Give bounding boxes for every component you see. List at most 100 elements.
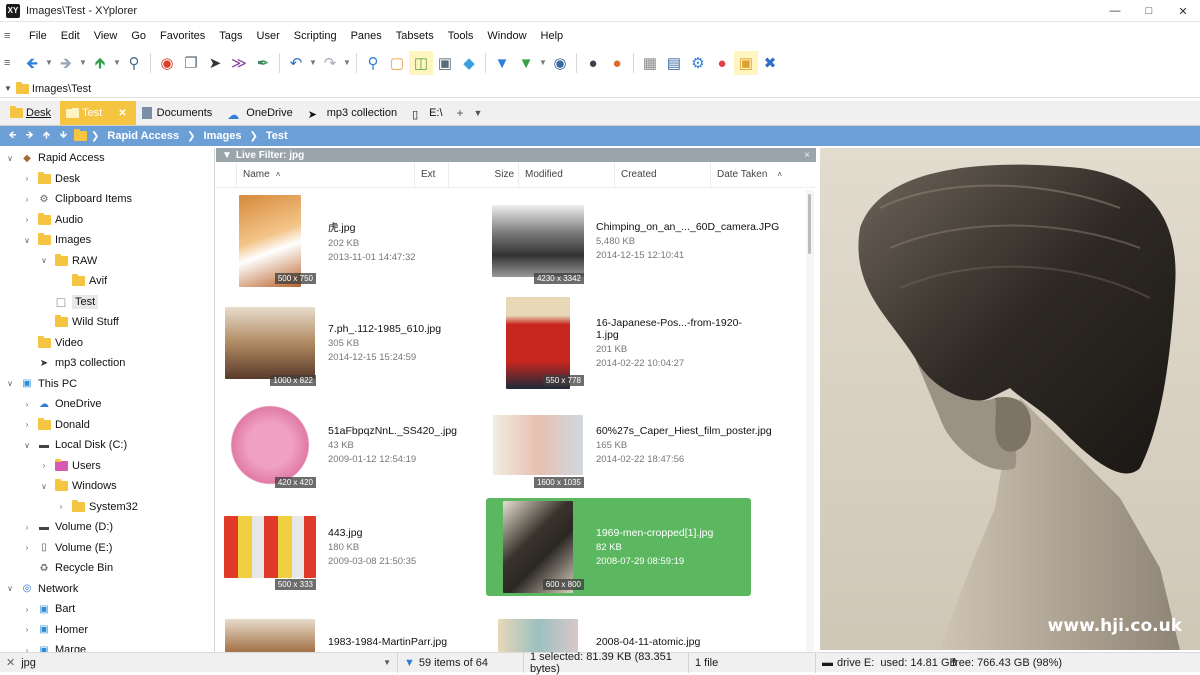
close-tab-icon[interactable]: ✕ xyxy=(118,108,126,119)
tree-node[interactable]: ∨ RAW xyxy=(0,251,214,272)
file-item[interactable]: 4230 x 3342 Chimping_on_an_..._60D_camera… xyxy=(486,192,779,290)
thumbnail[interactable] xyxy=(222,603,318,653)
tree-node[interactable]: ∨ ▣ This PC xyxy=(0,374,214,395)
chevron-down-icon[interactable]: ∨ xyxy=(38,256,50,265)
thumbnail[interactable]: 500 x 750 xyxy=(222,195,318,287)
column-size[interactable]: Size xyxy=(448,161,518,188)
filter-text[interactable]: jpg xyxy=(21,657,383,669)
file-item[interactable]: 500 x 333 443.jpg 180 KB 2009-03-08 21:50:3… xyxy=(218,498,483,596)
ghost-icon[interactable]: ◉ xyxy=(548,51,572,75)
tree-node[interactable]: ♻ Recycle Bin xyxy=(0,558,214,579)
thumbnail[interactable]: 600 x 800 xyxy=(490,501,586,593)
live-filter-bar[interactable]: ▼ Live Filter: jpg × xyxy=(216,148,816,162)
script-icon[interactable]: ≫ xyxy=(227,51,251,75)
column-date-taken[interactable]: Date Taken ˄ xyxy=(710,161,790,188)
chevron-down-icon[interactable]: ∨ xyxy=(4,584,16,593)
breadcrumb-item[interactable]: Rapid Access xyxy=(101,130,185,142)
chevron-right-icon[interactable]: › xyxy=(21,215,33,224)
file-item[interactable]: 1000 x 822 7.ph_.112-1985_610.jpg 305 KB 20… xyxy=(218,294,483,392)
tree-node[interactable]: › ☁ OneDrive xyxy=(0,394,214,415)
details-view-icon[interactable]: ▤ xyxy=(662,51,686,75)
menu-panes[interactable]: Panes xyxy=(344,26,389,46)
chevron-down-icon[interactable]: ▼ xyxy=(4,84,12,93)
close-window-button[interactable]: ✕ xyxy=(1166,0,1200,22)
forward-arrow-icon[interactable]: 🡺 xyxy=(21,128,38,145)
chevron-right-icon[interactable]: › xyxy=(38,461,50,470)
forward-arrow-icon[interactable]: 🡺 xyxy=(54,51,78,75)
undo-dropdown-icon[interactable]: ▼ xyxy=(308,51,318,75)
tree-node[interactable]: › Users xyxy=(0,456,214,477)
lock-bag-icon[interactable]: ▣ xyxy=(433,51,457,75)
tab-onedrive[interactable]: ☁ OneDrive xyxy=(221,101,301,125)
chevron-right-icon[interactable]: › xyxy=(21,523,33,532)
package-icon[interactable]: ❐ xyxy=(179,51,203,75)
redo-icon[interactable]: ↷ xyxy=(318,51,342,75)
undo-icon[interactable]: ↶ xyxy=(284,51,308,75)
tree-node[interactable]: ∨ ▬ Local Disk (C:) xyxy=(0,435,214,456)
back-arrow-icon[interactable]: 🡸 xyxy=(4,128,21,145)
tree-node[interactable]: › Audio xyxy=(0,210,214,231)
status-filter[interactable]: ✕ jpg ▼ xyxy=(0,652,398,673)
chevron-down-icon[interactable]: ∨ xyxy=(21,236,33,245)
thumbnail[interactable]: 1600 x 1035 xyxy=(490,399,586,491)
tree-node[interactable]: ∨ ◆ Rapid Access xyxy=(0,148,214,169)
up-dropdown-icon[interactable]: ▼ xyxy=(112,51,122,75)
paper-plane-icon[interactable]: ➤ xyxy=(203,51,227,75)
back-dropdown-icon[interactable]: ▼ xyxy=(44,51,54,75)
tab-documents[interactable]: Documents xyxy=(136,101,222,125)
column-ext[interactable]: Ext xyxy=(414,161,448,188)
thumbnail[interactable] xyxy=(490,603,586,653)
up-arrow-icon[interactable]: 🡹 xyxy=(88,51,112,75)
chevron-right-icon[interactable]: › xyxy=(21,400,33,409)
breadcrumb-item[interactable]: Test xyxy=(260,130,294,142)
menu-window[interactable]: Window xyxy=(480,26,533,46)
tree-node[interactable]: ∨ ◎ Network xyxy=(0,579,214,600)
clipboard-icon[interactable]: ▢ xyxy=(385,51,409,75)
thumbnail[interactable]: 550 x 778 xyxy=(490,297,586,389)
menu-user[interactable]: User xyxy=(250,26,287,46)
file-item[interactable]: 2008-04-11-atomic.jpg236 KB xyxy=(486,600,751,653)
menu-grip-icon[interactable]: ≡ xyxy=(4,30,14,42)
chevron-down-icon[interactable]: ∨ xyxy=(4,154,16,163)
maximize-button[interactable]: □ xyxy=(1132,0,1166,22)
chevron-right-icon[interactable]: › xyxy=(21,625,33,634)
thumbnail[interactable]: 420 x 420 xyxy=(222,399,318,491)
dark-mode-icon[interactable]: ● xyxy=(581,51,605,75)
column-modified[interactable]: Modified xyxy=(518,161,614,188)
vertical-scrollbar[interactable] xyxy=(806,190,814,656)
menu-help[interactable]: Help xyxy=(534,26,571,46)
tree-node[interactable]: › ▬ Volume (D:) xyxy=(0,517,214,538)
forward-dropdown-icon[interactable]: ▼ xyxy=(78,51,88,75)
tab-drive-e[interactable]: ▯ E:\ xyxy=(406,101,451,125)
menu-favorites[interactable]: Favorites xyxy=(153,26,212,46)
color-filter-icon[interactable]: ● xyxy=(710,51,734,75)
pen-icon[interactable]: ✒ xyxy=(251,51,275,75)
filter-dropdown-icon[interactable]: ▼ xyxy=(538,51,548,75)
filter-icon[interactable]: ▼ xyxy=(490,51,514,75)
chevron-right-icon[interactable]: › xyxy=(21,420,33,429)
new-tab-button[interactable]: + xyxy=(452,101,469,125)
tree-node[interactable]: › ▣ Homer xyxy=(0,620,214,641)
tree-node[interactable]: ∨ Windows xyxy=(0,476,214,497)
basketball-icon[interactable]: ● xyxy=(605,51,629,75)
file-item[interactable]: 1600 x 1035 60%27s_Caper_Hiest_film_poste… xyxy=(486,396,772,494)
tree-node[interactable]: › System32 xyxy=(0,497,214,518)
down-arrow-icon[interactable]: 🡻 xyxy=(55,128,72,145)
chevron-right-icon[interactable]: › xyxy=(55,502,67,511)
tools-icon[interactable]: ✖ xyxy=(758,51,782,75)
column-created[interactable]: Created xyxy=(614,161,710,188)
tree-node[interactable]: › Desk xyxy=(0,169,214,190)
minimize-button[interactable]: — xyxy=(1098,0,1132,22)
location-pin-icon[interactable]: ⚲ xyxy=(122,51,146,75)
chevron-right-icon[interactable]: › xyxy=(21,195,33,204)
menu-go[interactable]: Go xyxy=(124,26,153,46)
tree-node[interactable]: ∨ Images xyxy=(0,230,214,251)
menu-tags[interactable]: Tags xyxy=(212,26,249,46)
back-arrow-icon[interactable]: 🡸 xyxy=(20,51,44,75)
file-item[interactable]: 600 x 800 1969-men-cropped[1].jpg 82 KB 200… xyxy=(486,498,751,596)
chevron-right-icon[interactable]: › xyxy=(21,605,33,614)
diamond-icon[interactable]: ◆ xyxy=(457,51,481,75)
menu-tools[interactable]: Tools xyxy=(441,26,481,46)
search-icon[interactable]: ⚲ xyxy=(361,51,385,75)
tree-node[interactable]: › ⚙ Clipboard Items xyxy=(0,189,214,210)
